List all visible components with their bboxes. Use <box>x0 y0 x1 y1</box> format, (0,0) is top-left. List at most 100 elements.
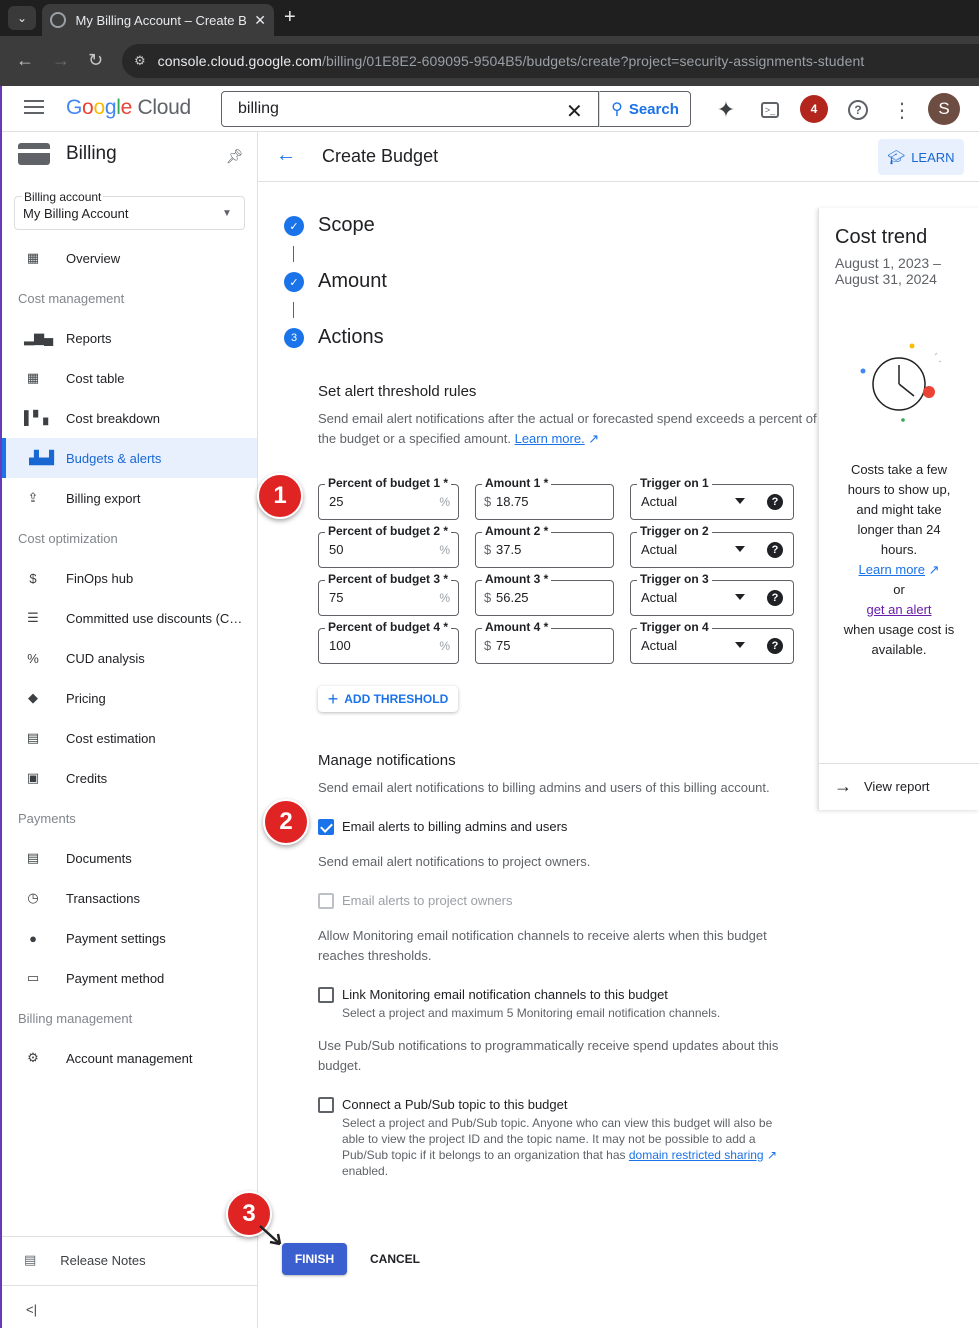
trigger-select[interactable]: Trigger on 4 Actual? <box>630 620 794 664</box>
search-input[interactable]: billing <box>221 91 599 127</box>
percent-field[interactable]: Percent of budget 2 * 50% <box>318 524 459 568</box>
monitoring-checkbox[interactable] <box>318 987 334 1003</box>
trigger-select[interactable]: Trigger on 1 Actual? <box>630 476 794 520</box>
cost-trend-learn-more-link[interactable]: Learn more <box>859 562 925 577</box>
billing-admins-checkbox[interactable] <box>318 819 334 835</box>
chevron-down-icon[interactable]: ▼ <box>222 208 232 219</box>
percent-field[interactable]: Percent of budget 3 * 75% <box>318 572 459 616</box>
sidebar-item-budgets-alerts[interactable]: ▗▙▟ Budgets & alerts <box>2 438 257 478</box>
percent-field[interactable]: Percent of budget 4 * 100% <box>318 620 459 664</box>
view-report-link[interactable]: → View report <box>834 776 930 797</box>
list-icon: ☰ <box>27 610 39 625</box>
dropdown-caret-icon <box>735 498 745 504</box>
learn-button[interactable]: 🎓︎ LEARN <box>878 139 964 175</box>
help-icon: ? <box>767 590 783 606</box>
step-scope[interactable]: Scope <box>318 214 375 237</box>
forward-nav-icon[interactable]: → <box>52 50 70 71</box>
sidebar-item-pricing[interactable]: ◆ Pricing <box>2 678 257 718</box>
sidebar-item-credits[interactable]: ▣ Credits <box>2 758 257 798</box>
main-menu-icon[interactable] <box>24 100 44 118</box>
sidebar-item-cud-analysis[interactable]: % CUD analysis <box>2 638 257 678</box>
billing-admins-description: Send email alert notifications to billin… <box>318 780 770 795</box>
threshold-heading: Set alert threshold rules <box>318 383 477 400</box>
project-owners-description: Send email alert notifications to projec… <box>318 854 591 869</box>
billing-card-icon <box>18 143 50 165</box>
add-threshold-button[interactable]: + ADD THRESHOLD <box>318 686 458 712</box>
trigger-select[interactable]: Trigger on 3 Actual? <box>630 572 794 616</box>
cancel-button[interactable]: CANCEL <box>365 1243 425 1275</box>
step-actions: Actions <box>318 326 384 348</box>
sidebar-item-finops-hub[interactable]: $ FinOps hub <box>2 558 257 598</box>
clock-icon: ◷ <box>27 890 39 905</box>
project-owners-label: Email alerts to project owners <box>342 893 513 908</box>
sidebar-item-committed-use[interactable]: ☰ Committed use discounts (C… <box>2 598 257 638</box>
sidebar-item-transactions[interactable]: ◷ Transactions <box>2 878 257 918</box>
url-field[interactable]: ⚙ console.cloud.google.com/billing/01E8E… <box>122 44 979 78</box>
percent-field[interactable]: Percent of budget 1 * 25% <box>318 476 459 520</box>
cost-trend-title: Cost trend <box>835 226 928 248</box>
back-nav-icon[interactable]: ← <box>16 50 34 71</box>
pubsub-checkbox[interactable] <box>318 1097 334 1113</box>
credit-card-icon: ▭ <box>26 970 40 985</box>
cost-trend-divider <box>819 763 979 764</box>
amount-field[interactable]: Amount 1 * $18.75 <box>475 476 614 520</box>
new-tab-icon[interactable]: + <box>284 6 296 29</box>
avatar[interactable]: S <box>928 93 960 125</box>
cloud-shell-icon[interactable]: >_ <box>757 97 783 123</box>
step-connector <box>293 246 294 262</box>
school-icon: 🎓︎ <box>887 148 906 165</box>
help-icon[interactable]: ? <box>845 97 871 123</box>
sidebar-item-account-management[interactable]: ⚙ Account management <box>2 1038 257 1078</box>
check-icon: ✓ <box>284 216 304 236</box>
collapse-sidebar-icon[interactable]: <| <box>26 1302 37 1317</box>
url-path: /billing/01E8E2-609095-9504B5/budgets/cr… <box>321 53 865 69</box>
release-notes-link[interactable]: ▤ Release Notes <box>24 1252 146 1268</box>
more-options-icon[interactable]: ⋮ <box>889 97 915 123</box>
amount-field[interactable]: Amount 4 * $75 <box>475 620 614 664</box>
pin-icon[interactable]: 📌︎ <box>226 148 244 165</box>
sidebar-item-overview[interactable]: ▦ Overview <box>2 238 257 278</box>
site-info-icon[interactable]: ⚙ <box>134 53 146 69</box>
notifications-badge[interactable]: 4 <box>800 95 828 123</box>
reload-icon[interactable]: ↻ <box>88 50 103 71</box>
tab-close-icon[interactable]: ✕ <box>254 12 266 29</box>
plus-icon: + <box>327 688 339 709</box>
trigger-select[interactable]: Trigger on 2 Actual? <box>630 524 794 568</box>
cost-trend-dates: August 1, 2023 – August 31, 2024 <box>835 255 941 287</box>
sidebar-item-payment-method[interactable]: ▭ Payment method <box>2 958 257 998</box>
learn-more-link[interactable]: Learn more. <box>515 431 585 446</box>
monitoring-label[interactable]: Link Monitoring email notification chann… <box>342 987 668 1002</box>
get-an-alert-link[interactable]: get an alert <box>866 602 931 617</box>
sidebar-item-cost-estimation[interactable]: ▤ Cost estimation <box>2 718 257 758</box>
finish-button[interactable]: FINISH <box>282 1243 347 1275</box>
sidebar-item-reports[interactable]: ▂▆▄ Reports <box>2 318 257 358</box>
back-arrow-icon[interactable]: ← <box>276 144 296 167</box>
amount-field[interactable]: Amount 2 * $37.5 <box>475 524 614 568</box>
search-button[interactable]: ⚲ Search <box>599 91 691 127</box>
tab-list-dropdown-icon[interactable]: ⌄ <box>8 6 36 30</box>
step-amount[interactable]: Amount <box>318 270 387 293</box>
external-link-icon: ↗ <box>584 431 600 446</box>
url-host: console.cloud.google.com <box>157 53 322 69</box>
sidebar-item-payment-settings[interactable]: ● Payment settings <box>2 918 257 958</box>
monitoring-sub: Select a project and maximum 5 Monitorin… <box>342 1006 721 1020</box>
browser-tab[interactable]: My Billing Account – Create B ✕ <box>42 4 274 36</box>
google-cloud-logo[interactable]: Google Cloud <box>66 96 191 120</box>
gear-icon: ⚙ <box>27 1050 39 1065</box>
calculator-icon: ▤ <box>26 730 40 745</box>
gemini-sparkle-icon[interactable]: ✦ <box>713 97 739 123</box>
billing-account-value: My Billing Account <box>23 206 129 221</box>
tab-favicon-icon <box>50 12 66 28</box>
sidebar-item-billing-export[interactable]: ⇪ Billing export <box>2 478 257 518</box>
percent-icon: % <box>27 650 39 666</box>
pubsub-label[interactable]: Connect a Pub/Sub topic to this budget <box>342 1097 568 1112</box>
amount-field[interactable]: Amount 3 * $56.25 <box>475 572 614 616</box>
billing-admins-label[interactable]: Email alerts to billing admins and users <box>342 819 567 834</box>
sidebar-item-documents[interactable]: ▤ Documents <box>2 838 257 878</box>
domain-restricted-sharing-link[interactable]: domain restricted sharing <box>629 1148 764 1162</box>
sidebar-item-cost-breakdown[interactable]: ▌▘▖ Cost breakdown <box>2 398 257 438</box>
help-icon: ? <box>767 638 783 654</box>
sidebar-item-cost-table[interactable]: ▦ Cost table <box>2 358 257 398</box>
project-owners-checkbox[interactable] <box>318 893 334 909</box>
clear-search-icon[interactable]: ✕ <box>566 99 583 124</box>
